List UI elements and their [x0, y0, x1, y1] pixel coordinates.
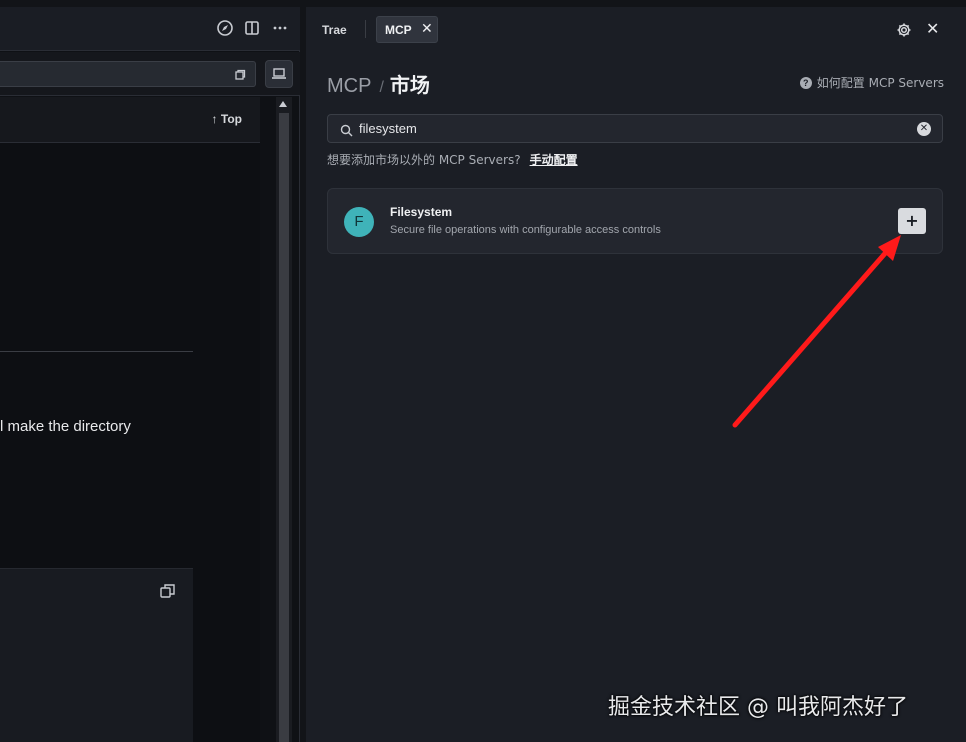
search-value: filesystem — [359, 121, 417, 136]
arrow-up-icon: ↑ — [211, 112, 218, 126]
panel-tab-bar: Trae MCP ✕ ✕ — [306, 7, 966, 51]
hint-text: 想要添加市场以外的 MCP Servers? — [327, 153, 521, 167]
tab-trae[interactable]: Trae — [322, 23, 347, 37]
scroll-thumb[interactable] — [279, 113, 289, 742]
tab-separator — [365, 20, 366, 38]
editor-pane: ↑ Top l make the directory — [0, 7, 300, 742]
editor-toolbar — [0, 7, 300, 51]
search-input[interactable]: filesystem ✕ — [327, 114, 943, 143]
breadcrumb-root[interactable]: MCP — [327, 75, 371, 98]
device-preview-button[interactable] — [265, 60, 293, 88]
document-header: ↑ Top — [0, 97, 260, 143]
breadcrumb-separator: / — [379, 79, 384, 96]
list-item[interactable]: F Filesystem Secure file operations with… — [327, 188, 943, 254]
document-scrollbar[interactable] — [276, 97, 292, 742]
manual-config-link[interactable]: 手动配置 — [530, 153, 578, 167]
back-to-top-link[interactable]: ↑ Top — [212, 112, 242, 126]
copy-icon[interactable] — [159, 582, 177, 600]
clear-search-icon[interactable]: ✕ — [917, 122, 931, 136]
help-link[interactable]: ? 如何配置 MCP Servers — [799, 74, 944, 91]
watermark: 掘金技术社区 @ 叫我阿杰好了 — [608, 695, 908, 720]
open-external-icon[interactable] — [233, 67, 247, 81]
more-icon[interactable] — [271, 19, 289, 37]
code-block — [0, 568, 193, 742]
laptop-icon — [272, 68, 286, 79]
help-icon: ? — [799, 76, 812, 89]
close-panel-icon[interactable]: ✕ — [926, 19, 939, 38]
address-input[interactable] — [0, 61, 256, 87]
avatar: F — [344, 207, 374, 237]
server-title: Filesystem — [390, 205, 453, 219]
custom-config-hint: 想要添加市场以外的 MCP Servers? 手动配置 — [327, 151, 578, 168]
compass-icon[interactable] — [216, 19, 234, 37]
close-tab-icon[interactable]: ✕ — [421, 21, 433, 37]
help-label: 如何配置 MCP Servers — [816, 76, 944, 90]
server-description: Secure file operations with configurable… — [390, 224, 661, 236]
search-icon — [340, 122, 353, 137]
tab-mcp-label: MCP — [385, 23, 412, 37]
mcp-panel: Trae MCP ✕ ✕ MCP / 市场 ? 如何配置 MCP Servers… — [306, 7, 966, 742]
document-text: l make the directory — [0, 418, 131, 435]
window-top-strip — [0, 0, 966, 7]
horizontal-rule — [0, 351, 193, 352]
page-title: 市场 — [389, 75, 430, 97]
scroll-up-icon[interactable] — [279, 101, 287, 107]
add-server-button[interactable]: + — [898, 208, 926, 234]
breadcrumb: MCP / 市场 — [327, 69, 430, 97]
tab-mcp[interactable]: MCP ✕ — [376, 16, 438, 43]
address-row — [0, 52, 300, 96]
gear-icon[interactable] — [896, 22, 912, 38]
split-view-icon[interactable] — [243, 19, 261, 37]
document-view: ↑ Top l make the directory — [0, 97, 260, 742]
